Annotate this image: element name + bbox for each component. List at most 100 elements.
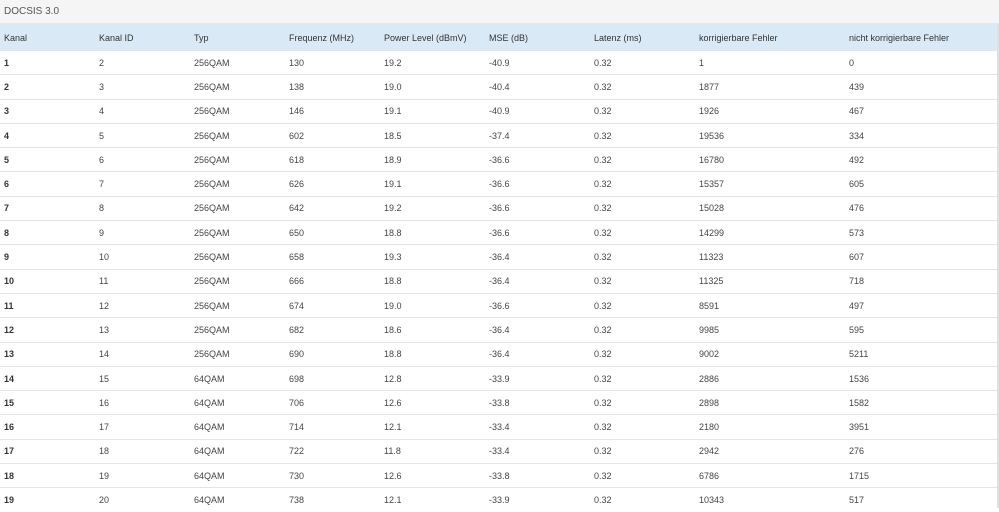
cell-mse: -36.4 (485, 317, 590, 343)
table-row: 19 20 64QAM 738 12.1 -33.9 0.32 10343 517 (0, 487, 997, 512)
cell-typ: 256QAM (194, 57, 230, 68)
cell-mse: -36.6 (485, 292, 590, 318)
cell-korrigierbare-fehler: 1 (699, 57, 705, 68)
cell-frequenz: 706 (285, 390, 380, 415)
cell-nicht-korrigierbare-fehler: 573 (845, 220, 997, 245)
cell-korrigierbare-fehler: 1877 (695, 74, 845, 100)
cell-mse: -33.9 (485, 487, 590, 512)
cell-frequenz: 682 (285, 317, 380, 343)
table-row: 11 12 256QAM 674 19.0 -36.6 0.32 8591 497 (0, 292, 997, 318)
cell-frequenz: 674 (285, 292, 380, 318)
cell-kanal-id: 9 (95, 220, 190, 245)
cell-frequenz: 618 (285, 147, 380, 172)
cell-kanal: 16 (0, 414, 95, 440)
cell-latenz: 0.32 (590, 438, 695, 464)
docsis-channel-table: Kanal Kanal ID Typ Frequenz (MHz) Power … (0, 24, 997, 512)
table-row: 16 17 64QAM 714 12.1 -33.4 0.32 2180 3951 (0, 414, 997, 440)
cell-latenz: 0.32 (594, 57, 612, 68)
cell-kanal-id: 10 (95, 244, 190, 270)
cell-mse: -36.4 (485, 341, 590, 367)
cell-nicht-korrigierbare-fehler: 334 (845, 122, 997, 148)
cell-nicht-korrigierbare-fehler: 497 (845, 292, 997, 318)
cell-kanal-id: 17 (95, 414, 190, 440)
cell-power-level: 12.1 (380, 414, 485, 440)
cell-nicht-korrigierbare-fehler: 476 (845, 195, 997, 221)
cell-nicht-korrigierbare-fehler: 3951 (845, 414, 997, 440)
cell-typ: 256QAM (190, 317, 285, 343)
cell-latenz: 0.32 (590, 220, 695, 245)
cell-typ: 256QAM (190, 268, 285, 294)
cell-frequenz: 146 (285, 98, 380, 124)
cell-kanal-id: 14 (95, 341, 190, 367)
cell-kanal-id: 4 (95, 98, 190, 124)
cell-kanal-id: 11 (95, 268, 190, 294)
cell-frequenz: 730 (285, 463, 380, 488)
cell-kanal: 4 (0, 122, 95, 148)
cell-kanal: 5 (0, 147, 95, 172)
cell-mse: -33.8 (485, 463, 590, 488)
table-row: 6 7 256QAM 626 19.1 -36.6 0.32 15357 605 (0, 171, 997, 197)
cell-mse: -36.4 (485, 268, 590, 294)
cell-kanal: 15 (0, 390, 95, 415)
table-row: 10 11 256QAM 666 18.8 -36.4 0.32 11325 718 (0, 268, 997, 294)
cell-power-level: 12.6 (380, 390, 485, 415)
cell-korrigierbare-fehler: 11325 (695, 268, 845, 294)
cell-power-level: 18.6 (380, 317, 485, 343)
cell-korrigierbare-fehler: 9002 (695, 341, 845, 367)
cell-power-level: 19.2 (380, 195, 485, 221)
cell-typ: 256QAM (190, 292, 285, 318)
cell-kanal: 3 (0, 98, 95, 124)
table-row: 15 16 64QAM 706 12.6 -33.8 0.32 2898 1582 (0, 390, 997, 415)
cell-power-level: 11.8 (380, 438, 485, 464)
cell-typ: 256QAM (190, 244, 285, 270)
cell-latenz: 0.32 (590, 463, 695, 488)
col-header-frequenz: Frequenz (MHz) (289, 32, 355, 43)
cell-frequenz: 130 (289, 57, 305, 68)
cell-power-level: 19.3 (380, 244, 485, 270)
cell-kanal-id: 19 (95, 463, 190, 488)
cell-latenz: 0.32 (590, 171, 695, 197)
cell-power-level: 12.6 (380, 463, 485, 488)
cell-korrigierbare-fehler: 6786 (695, 463, 845, 488)
cell-latenz: 0.32 (590, 244, 695, 270)
cell-kanal-id: 12 (95, 292, 190, 318)
cell-power-level: 18.8 (380, 268, 485, 294)
cell-mse: -33.8 (485, 390, 590, 415)
cell-kanal-id: 16 (95, 390, 190, 415)
cell-korrigierbare-fehler: 19536 (695, 122, 845, 148)
cell-kanal: 10 (0, 268, 95, 294)
cell-korrigierbare-fehler: 2898 (695, 390, 845, 415)
cell-power-level: 18.9 (380, 147, 485, 172)
cell-kanal: 7 (0, 195, 95, 221)
cell-power-level: 18.8 (380, 341, 485, 367)
cell-typ: 256QAM (190, 147, 285, 172)
cell-typ: 64QAM (190, 365, 285, 391)
cell-nicht-korrigierbare-fehler: 1715 (845, 463, 997, 488)
cell-kanal: 8 (0, 220, 95, 245)
cell-kanal-id: 20 (95, 487, 190, 512)
cell-typ: 256QAM (190, 195, 285, 221)
cell-kanal-id: 7 (95, 171, 190, 197)
cell-nicht-korrigierbare-fehler: 0 (849, 57, 855, 68)
cell-kanal: 14 (0, 365, 95, 391)
cell-typ: 64QAM (190, 390, 285, 415)
cell-latenz: 0.32 (590, 414, 695, 440)
cell-frequenz: 658 (285, 244, 380, 270)
table-header-row: Kanal Kanal ID Typ Frequenz (MHz) Power … (0, 24, 997, 51)
cell-nicht-korrigierbare-fehler: 439 (845, 74, 997, 100)
cell-latenz: 0.32 (590, 365, 695, 391)
cell-kanal: 12 (0, 317, 95, 343)
cell-kanal-id: 6 (95, 147, 190, 172)
table-row: 13 14 256QAM 690 18.8 -36.4 0.32 9002 5211 (0, 341, 997, 367)
cell-korrigierbare-fehler: 9985 (695, 317, 845, 343)
cell-nicht-korrigierbare-fehler: 1536 (845, 365, 997, 391)
cell-power-level: 19.2 (384, 57, 402, 68)
cell-mse: -40.9 (485, 98, 590, 124)
cell-nicht-korrigierbare-fehler: 276 (845, 438, 997, 464)
table-row: 5 6 256QAM 618 18.9 -36.6 0.32 16780 492 (0, 147, 997, 172)
cell-korrigierbare-fehler: 15357 (695, 171, 845, 197)
cell-nicht-korrigierbare-fehler: 718 (845, 268, 997, 294)
cell-latenz: 0.32 (590, 147, 695, 172)
cell-kanal-id: 8 (95, 195, 190, 221)
cell-power-level: 12.8 (380, 365, 485, 391)
